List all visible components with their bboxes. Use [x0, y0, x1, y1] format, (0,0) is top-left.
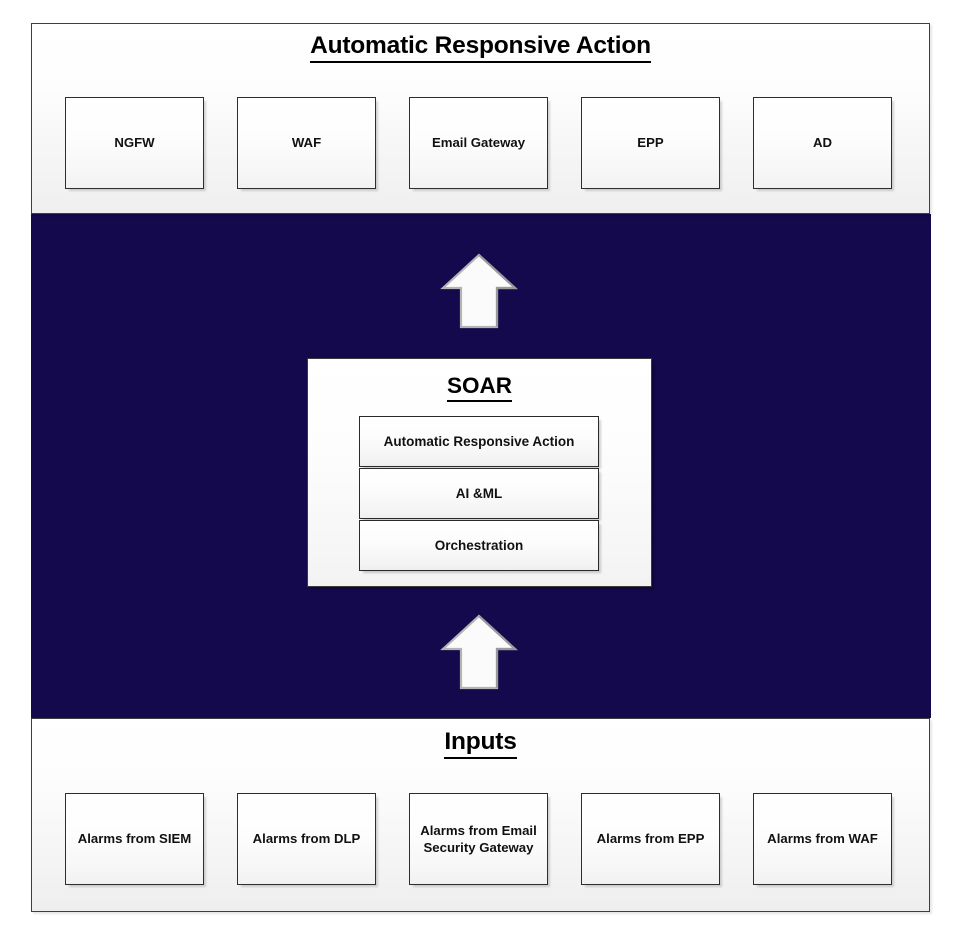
bottom-section-title: Inputs [32, 728, 929, 759]
soar-title-text: SOAR [446, 373, 512, 402]
bottom-section-title-text: Inputs [444, 728, 517, 759]
soar-component-orchestration[interactable]: Orchestration [359, 520, 599, 571]
input-node-siem-label: Alarms from SIEM [77, 831, 192, 847]
action-node-ad-label: AD [812, 135, 833, 151]
input-node-waf[interactable]: Alarms from WAF [753, 793, 892, 885]
action-node-epp-label: EPP [637, 135, 664, 151]
top-section-title-text: Automatic Responsive Action [310, 32, 651, 63]
diagram-canvas: Automatic Responsive Action NGFW WAF Ema… [0, 0, 966, 935]
input-node-waf-label: Alarms from WAF [767, 831, 878, 847]
arrow-up-to-soar-icon [440, 614, 518, 690]
input-node-dlp-label: Alarms from DLP [252, 831, 361, 847]
action-node-waf[interactable]: WAF [237, 97, 376, 189]
input-node-dlp[interactable]: Alarms from DLP [237, 793, 376, 885]
action-node-epp[interactable]: EPP [581, 97, 720, 189]
action-node-ngfw[interactable]: NGFW [65, 97, 204, 189]
top-section-title: Automatic Responsive Action [32, 32, 929, 63]
soar-component-ai-ml-label: AI &ML [455, 486, 503, 501]
arrow-up-to-actions-icon [440, 253, 518, 329]
action-node-email-gateway[interactable]: Email Gateway [409, 97, 548, 189]
soar-component-orchestration-label: Orchestration [434, 538, 524, 553]
input-node-siem[interactable]: Alarms from SIEM [65, 793, 204, 885]
action-node-email-gateway-label: Email Gateway [431, 135, 526, 151]
soar-component-ai-ml[interactable]: AI &ML [359, 468, 599, 519]
soar-component-automatic-responsive-action[interactable]: Automatic Responsive Action [359, 416, 599, 467]
action-node-waf-label: WAF [291, 135, 322, 151]
input-node-epp-label: Alarms from EPP [596, 831, 705, 847]
input-node-epp[interactable]: Alarms from EPP [581, 793, 720, 885]
input-node-email-security-gateway[interactable]: Alarms from Email Security Gateway [409, 793, 548, 885]
soar-title: SOAR [308, 373, 651, 402]
action-node-ngfw-label: NGFW [114, 135, 155, 151]
soar-component-automatic-responsive-action-label: Automatic Responsive Action [383, 434, 575, 449]
action-node-ad[interactable]: AD [753, 97, 892, 189]
soar-container[interactable]: SOAR Automatic Responsive Action AI &ML … [307, 358, 652, 587]
input-node-email-security-gateway-label: Alarms from Email Security Gateway [420, 822, 537, 855]
